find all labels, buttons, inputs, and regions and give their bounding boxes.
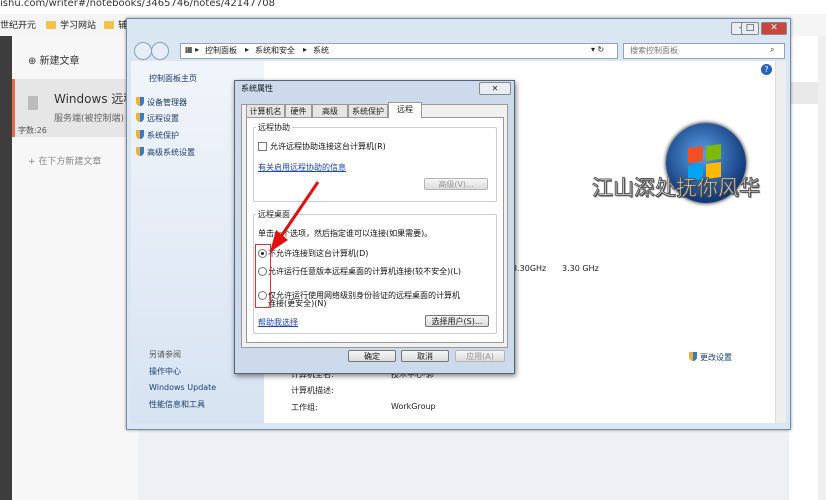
sidebar-item-advanced-settings[interactable]: 高级系统设置 [136,147,195,158]
control-panel-icon: ▦ ▸ [185,45,200,54]
cpu-frequency-actual: 3.30 GHz [562,264,599,273]
advanced-button[interactable]: 高级(V)... [424,178,488,190]
breadcrumb-sep: ▸ [245,45,250,54]
sidebar-item-remote-settings[interactable]: 远程设置 [136,113,179,124]
tab-hardware[interactable]: 硬件 [285,104,312,117]
cancel-button[interactable]: 取消 [401,350,449,362]
url-text: ishu.com/writer#/notebooks/3465746/notes… [0,0,275,9]
help-icon[interactable]: ? [761,64,772,75]
radio-allow-any-label: 允许运行任意版本远程桌面的计算机连接(较不安全)(L) [268,267,461,276]
tab-computer-name[interactable]: 计算机名 [246,104,285,117]
bookmark-item[interactable]: 辅 [104,18,127,31]
explorer-address-bar[interactable]: ▦ ▸ 控制面板 ▸ 系统和安全 ▸ 系统 ▾ ↻ [180,43,618,59]
article-subtitle: 服务端(被控制端) [54,114,125,124]
address-bar[interactable]: ishu.com/writer#/notebooks/3465746/notes… [0,0,826,15]
radio-allow-nla-label-cont: 连接(更安全)(N) [268,299,327,308]
search-icon: ⌕ [770,45,775,54]
bookmark-item[interactable]: 学习网站 [46,18,96,31]
red-arrow-annotation [270,181,320,252]
workgroup-value: WorkGroup [391,402,436,411]
select-users-button[interactable]: 选择用户(S)... [425,315,489,327]
sidebar-item-device-manager[interactable]: 设备管理器 [136,97,187,108]
word-count: 字数:26 [18,126,47,135]
shield-icon [136,147,144,156]
back-button[interactable] [134,42,152,60]
workgroup-label: 工作组: [291,403,318,412]
remote-assist-checkbox-label: 允许远程协助连接这台计算机(R) [270,142,386,151]
help-me-choose-link[interactable]: 帮助我选择 [258,317,298,328]
maximize-button[interactable]: □ [741,22,759,35]
ok-button[interactable]: 确定 [348,350,396,362]
shield-icon [689,352,697,361]
sidebar-item-system-protection[interactable]: 系统保护 [136,130,179,141]
bookmark-item[interactable]: 世纪开元 [0,18,36,31]
shield-icon [136,97,144,106]
tab-system-protection[interactable]: 系统保护 [348,104,388,117]
tab-advanced[interactable]: 高级 [312,104,348,117]
remote-assist-label: 远程协助 [256,122,292,133]
computer-desc-label: 计算机描述: [291,386,334,395]
refresh-icon[interactable]: ▾ ↻ [591,45,604,54]
action-center-link[interactable]: 操作中心 [149,366,181,377]
forward-button[interactable] [151,42,169,60]
remote-assist-checkbox[interactable] [258,142,267,151]
plus-icon: + [28,157,39,167]
remote-assist-info-link[interactable]: 有关启用远程协助的信息 [258,162,346,173]
breadcrumb-item[interactable]: 控制面板 [205,45,237,56]
control-panel-home-link[interactable]: 控制面板主页 [149,73,197,84]
tab-remote[interactable]: 远程 [388,102,422,118]
window-close-button[interactable]: ✕ [761,22,787,35]
shield-icon [136,130,144,139]
search-input[interactable]: 搜索控制面板 ⌕ [623,43,785,59]
cpu-frequency: 3.30GHz [512,264,547,273]
new-article-button[interactable]: ⊕ 新建文章 [28,52,80,67]
change-settings-link[interactable]: 更改设置 [689,352,732,363]
editor-nav-strip [0,36,12,500]
new-article-below-button[interactable]: + 在下方新建文章 [28,154,101,167]
performance-info-link[interactable]: 性能信息和工具 [149,399,205,410]
document-icon [28,96,38,110]
dialog-title: 系统属性 [241,84,273,93]
folder-icon [46,21,56,29]
article-title: Windows 远程 [54,92,136,106]
breadcrumb-sep: ▸ [303,45,308,54]
page-scrollbar[interactable] [818,36,826,500]
panel-scrollbar[interactable] [775,61,786,423]
apply-button[interactable]: 应用(A) [455,350,505,362]
breadcrumb-item[interactable]: 系统 [313,45,329,56]
windows-update-link[interactable]: Windows Update [149,383,216,392]
shield-icon [136,113,144,122]
watermark-text: 江山深处抚你风华 [592,176,761,201]
breadcrumb-item[interactable]: 系统和安全 [255,45,295,56]
see-also-title: 另请参阅 [149,350,181,359]
plus-icon: ⊕ [28,56,40,67]
dialog-close-button[interactable]: ✕ [479,82,511,95]
folder-icon [104,21,114,29]
